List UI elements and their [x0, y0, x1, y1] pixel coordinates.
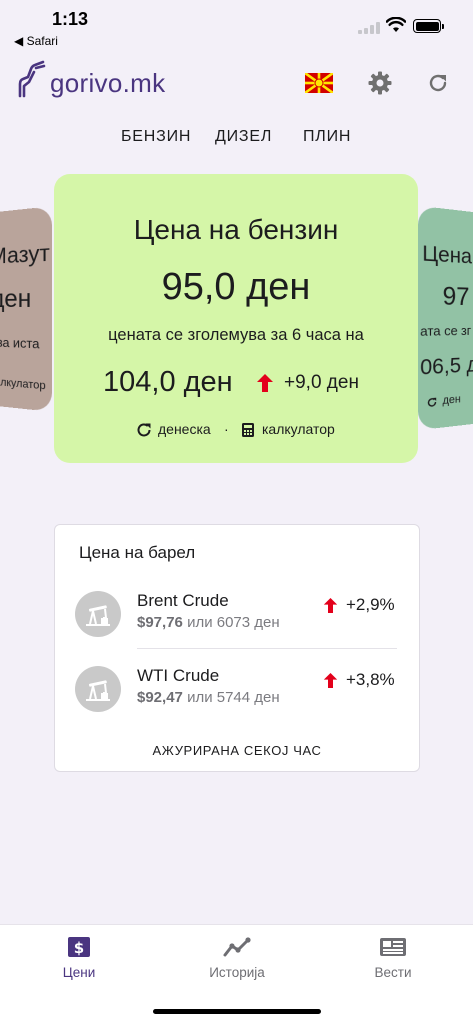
- fuel-card-next-peek[interactable]: Цена на 97 ата се зг 06,5 д ден: [418, 205, 473, 431]
- list-item[interactable]: Brent Crude $97,76 или 6073 ден +2,9%: [55, 591, 419, 651]
- fuel-card-heating-oil-peek[interactable]: Мазут ден ва иста калкулатор: [0, 206, 52, 412]
- side-card-price: ден: [0, 284, 32, 314]
- gear-icon[interactable]: [368, 71, 392, 95]
- crude-change: +2,9%: [346, 595, 395, 614]
- side-card-title: Цена на: [422, 241, 473, 270]
- fuel-type-tabs: БЕНЗИН ДИЗЕЛ ПЛИН: [0, 128, 473, 148]
- signal-icon: [358, 22, 380, 34]
- wifi-icon: [386, 17, 406, 32]
- tab-diesel[interactable]: ДИЗЕЛ: [215, 128, 272, 146]
- list-item[interactable]: WTI Crude $92,47 или 5744 ден +3,8%: [55, 666, 419, 726]
- nav-label: Вести: [374, 965, 412, 980]
- nav-label: Цени: [62, 965, 96, 980]
- price-change-note: цената се зголемува за 6 часа на: [108, 326, 364, 344]
- side-card-note: ва иста: [0, 334, 40, 352]
- future-price: 104,0 ден: [103, 366, 233, 398]
- current-price: 95,0 ден: [161, 266, 311, 308]
- tab-gas[interactable]: ПЛИН: [303, 128, 351, 146]
- news-icon: [380, 938, 406, 956]
- card-links: денеска · калкулатор: [54, 421, 418, 441]
- nav-item-prices[interactable]: $ Цени: [24, 935, 134, 980]
- side-card-today-link[interactable]: ден: [443, 393, 461, 407]
- refresh-icon[interactable]: [426, 71, 450, 95]
- side-card-future-price: 06,5 д: [420, 353, 473, 380]
- row-divider: [137, 648, 397, 649]
- refresh-small-icon: [137, 423, 151, 437]
- arrow-up-icon: [257, 374, 273, 392]
- future-price-row: 104,0 ден +9,0 ден: [54, 362, 418, 402]
- card-title: Цена на бензин: [133, 214, 339, 245]
- update-frequency-note: АЖУРИРАНА СЕКОЈ ЧАС: [152, 743, 322, 758]
- price-difference: +9,0 ден: [284, 372, 359, 393]
- fuel-nozzle-logo-icon: [18, 60, 46, 98]
- chart-line-icon: [223, 937, 251, 957]
- arrow-up-icon: [323, 598, 338, 613]
- calculator-icon: [242, 423, 254, 437]
- status-bar: 1:13 ◀ Safari: [0, 0, 473, 54]
- mkd-price: 5744 ден: [216, 689, 280, 706]
- crude-name: Brent Crude: [137, 591, 229, 610]
- today-link[interactable]: денеска: [158, 421, 211, 437]
- svg-text:$: $: [74, 939, 84, 957]
- arrow-up-icon: [323, 673, 338, 688]
- status-time: 1:13: [52, 9, 89, 29]
- mkd-price: 6073 ден: [216, 614, 280, 631]
- barrel-card-title: Цена на барел: [79, 543, 196, 562]
- side-card-title: Мазут: [0, 239, 50, 269]
- tab-petrol[interactable]: БЕНЗИН: [121, 128, 191, 146]
- app-logo-text: gorivo.mk: [50, 68, 166, 98]
- or-text: или: [187, 689, 213, 706]
- nav-label: Историја: [209, 965, 265, 980]
- app-header: gorivo.mk: [0, 60, 473, 108]
- oil-pump-icon: [75, 666, 121, 712]
- side-card-calculator-link[interactable]: калкулатор: [0, 376, 46, 393]
- crude-change: +3,8%: [346, 670, 395, 689]
- refresh-small-icon: [426, 396, 437, 408]
- oil-pump-icon: [75, 591, 121, 637]
- crude-price: $97,76 или 6073 ден: [137, 614, 280, 631]
- home-indicator: [153, 1009, 321, 1014]
- macedonia-flag-icon[interactable]: [305, 73, 333, 93]
- calculator-link[interactable]: калкулатор: [262, 421, 335, 437]
- or-text: или: [187, 614, 213, 631]
- nav-item-history[interactable]: Историја: [182, 935, 292, 980]
- usd-price: $97,76: [137, 614, 183, 631]
- link-separator: ·: [224, 421, 229, 437]
- usd-price: $92,47: [137, 689, 183, 706]
- crude-price: $92,47 или 5744 ден: [137, 689, 280, 706]
- fuel-card-petrol[interactable]: Цена на бензин 95,0 ден цената се зголем…: [54, 174, 418, 463]
- side-card-price: 97: [442, 282, 470, 312]
- side-card-note: ата се зг: [420, 322, 472, 339]
- dollar-icon: $: [68, 937, 90, 957]
- barrel-price-card: Цена на барел Brent Crude $97,76 или 607…: [54, 524, 420, 772]
- back-to-safari-link[interactable]: ◀ Safari: [14, 34, 58, 48]
- nav-item-news[interactable]: Вести: [338, 935, 448, 980]
- battery-icon: [413, 19, 444, 33]
- crude-name: WTI Crude: [137, 666, 220, 685]
